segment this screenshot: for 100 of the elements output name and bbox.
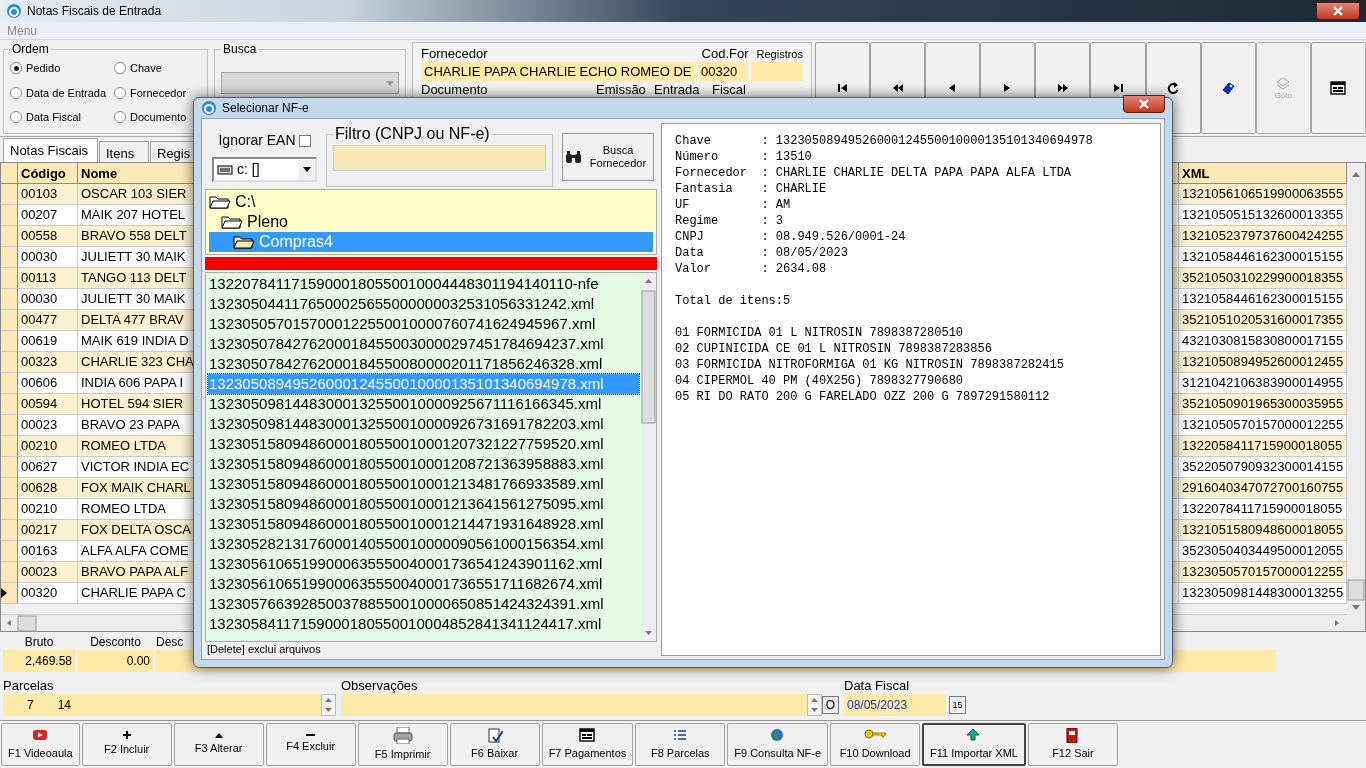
checkbox-option[interactable]: Ignorar EAN bbox=[212, 130, 317, 151]
tab[interactable]: Itens bbox=[99, 141, 149, 162]
radio-button[interactable] bbox=[10, 62, 22, 75]
file-item[interactable]: 13230584117159000180550010004852841341124417.xml bbox=[208, 614, 639, 634]
field-label: Parcelas bbox=[3, 678, 55, 694]
table-cell: 1322078411715900018055 bbox=[1179, 499, 1347, 520]
function-button[interactable]: F2 Incluir bbox=[81, 723, 172, 766]
detail-line: Número : 13510 bbox=[675, 149, 813, 165]
file-item[interactable]: 13230515809486000180550010001208721363958883.xml bbox=[208, 454, 639, 474]
file-item[interactable]: 13230509814483000132550010000925671116166345.xml bbox=[208, 394, 639, 414]
function-button[interactable]: F4 Excluir bbox=[265, 723, 356, 766]
function-button[interactable]: F12 Sair bbox=[1027, 723, 1118, 766]
toolbar-button[interactable] bbox=[1310, 42, 1366, 134]
table-cell: 1321051580948600018055 bbox=[1179, 520, 1347, 541]
radio-button[interactable] bbox=[114, 111, 126, 124]
total-field[interactable]: 2,469.58 bbox=[3, 650, 75, 672]
file-item[interactable]: 13230509814483000132550010000926731691782203.xml bbox=[208, 414, 639, 434]
list-icon bbox=[672, 727, 689, 743]
function-button[interactable]: F8 Parcelas bbox=[635, 723, 726, 766]
table-cell: 00619 bbox=[18, 331, 78, 352]
drive-dropdown[interactable]: c: [] bbox=[212, 157, 317, 182]
fast-forward-icon bbox=[1056, 82, 1070, 94]
group-title: Ordem bbox=[11, 42, 50, 56]
tab[interactable]: Notas Fiscais bbox=[3, 138, 98, 162]
checkbox[interactable] bbox=[298, 134, 311, 147]
detail-line: CNPJ : 08.949.526/0001-24 bbox=[675, 229, 907, 245]
file-item[interactable]: 13230515809486000180550010001207321227759520.xml bbox=[208, 434, 639, 454]
radio-option[interactable]: Fornecedor bbox=[114, 84, 202, 101]
close-button[interactable] bbox=[1316, 2, 1360, 20]
field-label: Desc bbox=[156, 634, 184, 650]
item-line: 04 CIPERMOL 40 PM (40X25G) 7898327790680 bbox=[675, 373, 965, 389]
file-item[interactable]: 13230507842762000184550030000297451784694237.xml bbox=[208, 334, 639, 354]
radio-option[interactable]: Data Fiscal bbox=[10, 109, 114, 126]
column-header[interactable]: XML bbox=[1179, 163, 1347, 184]
records-field[interactable] bbox=[751, 62, 803, 81]
calendar-button[interactable]: 15 bbox=[949, 696, 966, 714]
code-field[interactable]: 00320 bbox=[698, 62, 748, 81]
table-cell: 00627 bbox=[18, 457, 78, 478]
radio-label: Data de Entrada bbox=[26, 85, 107, 101]
radio-label: Chave bbox=[130, 61, 162, 76]
table-cell: 00023 bbox=[18, 415, 78, 436]
function-button[interactable]: F10 Download bbox=[830, 723, 921, 766]
plus-icon bbox=[122, 731, 131, 740]
function-button[interactable]: F11 Importar XML bbox=[922, 723, 1026, 766]
window-title: Notas Fiscais de Entrada bbox=[27, 3, 162, 20]
table-cell: 00210 bbox=[18, 499, 78, 520]
table-cell: 00320 bbox=[18, 583, 78, 604]
close-icon bbox=[1332, 6, 1344, 16]
function-button[interactable]: F7 Pagamentos bbox=[541, 723, 634, 766]
radio-option[interactable]: Documento bbox=[114, 109, 202, 126]
table-cell: 00030 bbox=[18, 247, 78, 268]
row-pointer-icon bbox=[1, 588, 7, 598]
minus-icon bbox=[306, 734, 316, 737]
radio-option[interactable]: Data de Entrada bbox=[10, 84, 114, 101]
close-icon bbox=[1138, 99, 1150, 109]
supplier-field[interactable]: CHARLIE PAPA CHARLIE ECHO ROMEO DE bbox=[421, 62, 695, 81]
function-button[interactable]: F3 Alterar bbox=[173, 723, 264, 766]
document-check-icon bbox=[486, 727, 503, 743]
radio-button[interactable] bbox=[114, 62, 126, 75]
radio-option[interactable]: Chave bbox=[114, 60, 202, 77]
file-item[interactable]: 1323050570157000122550010000760741624945967.xml bbox=[208, 314, 639, 334]
first-record-icon bbox=[836, 82, 850, 94]
table-cell: 1321056106519900063555 bbox=[1179, 184, 1347, 205]
installments-field[interactable]: 7 14 bbox=[3, 694, 321, 716]
row-selector[interactable] bbox=[1, 583, 18, 604]
notes-field[interactable] bbox=[341, 694, 807, 716]
notes-button[interactable]: O bbox=[822, 696, 839, 714]
close-button[interactable] bbox=[1123, 95, 1165, 113]
dropdown-arrow-icon bbox=[386, 80, 394, 86]
table-cell: 1321058446162300015155 bbox=[1179, 289, 1347, 310]
date-field[interactable]: 08/05/2023 bbox=[844, 694, 946, 716]
table-cell: 2916040347072700160755 bbox=[1179, 478, 1347, 499]
field-label: Registros bbox=[756, 47, 803, 62]
function-button[interactable]: F5 Imprimir bbox=[357, 723, 448, 766]
radio-label: Fornecedor bbox=[130, 85, 187, 101]
file-item[interactable]: 13230507842762000184550080000201171856246328.xml bbox=[208, 354, 639, 374]
radio-option[interactable]: Pedido bbox=[10, 60, 114, 77]
field-label: Observações bbox=[341, 678, 419, 694]
filter-field[interactable] bbox=[333, 145, 546, 171]
radio-button[interactable] bbox=[10, 111, 22, 124]
field-label: Desconto bbox=[89, 634, 142, 650]
group-title: Busca bbox=[222, 42, 258, 56]
table-cell: 1321050894952600012455 bbox=[1179, 352, 1347, 373]
table-cell: 00030 bbox=[18, 289, 78, 310]
table-cell: 1321058446162300015155 bbox=[1179, 247, 1347, 268]
function-button[interactable]: F9 Consulta NF-e bbox=[727, 723, 829, 766]
function-button[interactable]: F1 Videoaula bbox=[1, 723, 80, 766]
search-supplier-button[interactable]: Busca Fornecedor bbox=[562, 133, 654, 181]
table-cell: 00163 bbox=[18, 541, 78, 562]
item-line: 03 FORMICIDA NITROFORMIGA 01 KG NITROSIN 7898387282415 bbox=[675, 357, 1065, 373]
function-button[interactable]: F6 Baixar bbox=[449, 723, 540, 766]
table-cell: 3521050901965300035955 bbox=[1179, 394, 1347, 415]
radio-button[interactable] bbox=[10, 86, 22, 99]
app-icon bbox=[201, 100, 217, 116]
field-value: 7 bbox=[27, 697, 34, 714]
radio-button[interactable] bbox=[114, 86, 126, 99]
field-label: Bruto bbox=[23, 634, 55, 650]
table-cell: 00023 bbox=[18, 562, 78, 583]
column-header[interactable]: Código bbox=[18, 163, 78, 184]
total-field[interactable]: 0.00 bbox=[78, 650, 153, 672]
